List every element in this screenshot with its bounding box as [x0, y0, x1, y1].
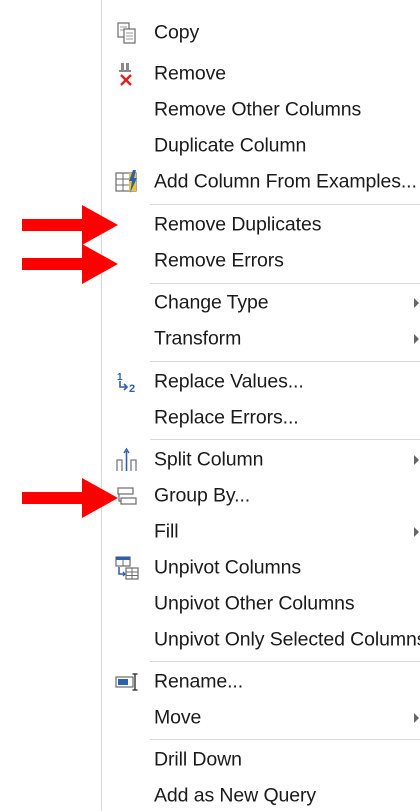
red-arrow-icon: [22, 205, 118, 245]
menu-item-label: Move: [154, 706, 202, 729]
menu-separator: [150, 204, 420, 205]
menu-separator: [150, 439, 420, 440]
menu-item-label: Replace Errors...: [154, 406, 299, 429]
menu-item-split-column[interactable]: Split Column: [102, 443, 420, 477]
menu-item-label: Add as New Query: [154, 784, 317, 807]
menu-item-label: Split Column: [154, 448, 264, 471]
menu-item-label: Drill Down: [154, 748, 242, 771]
submenu-chevron-icon: [414, 527, 419, 537]
menu-item-replace-values[interactable]: 1 2 Replace Values...: [102, 365, 420, 399]
menu-item-label: Fill: [154, 520, 179, 543]
menu-item-drill-down[interactable]: Drill Down: [102, 743, 420, 777]
menu-item-label: Unpivot Columns: [154, 556, 301, 579]
menu-item-replace-errors[interactable]: Replace Errors...: [102, 401, 420, 435]
menu-item-label: Remove Other Columns: [154, 98, 362, 121]
menu-item-rename[interactable]: Rename...: [102, 665, 420, 699]
submenu-chevron-icon: [414, 455, 419, 465]
menu-item-remove-duplicates[interactable]: Remove Duplicates: [102, 208, 420, 242]
replace-values-icon: 1 2: [114, 369, 140, 395]
menu-item-unpivot-columns[interactable]: Unpivot Columns: [102, 551, 420, 585]
menu-item-label: Copy: [154, 21, 200, 44]
add-column-from-examples-icon: [114, 169, 140, 195]
menu-separator: [150, 661, 420, 662]
menu-item-label: Group By...: [154, 484, 251, 507]
screenshot-stage: Copy Remove Remove Other Columns Duplica…: [0, 0, 420, 811]
menu-separator: [150, 361, 420, 362]
menu-item-label: Remove Errors: [154, 249, 284, 272]
menu-item-label: Remove Duplicates: [154, 213, 322, 236]
submenu-chevron-icon: [414, 298, 419, 308]
submenu-chevron-icon: [414, 713, 419, 723]
split-column-icon: [114, 447, 140, 473]
menu-item-move[interactable]: Move: [102, 701, 420, 735]
menu-item-label: Change Type: [154, 291, 269, 314]
menu-item-fill[interactable]: Fill: [102, 515, 420, 549]
unpivot-columns-icon: [114, 555, 140, 581]
menu-separator: [150, 739, 420, 740]
menu-item-label: Duplicate Column: [154, 134, 307, 157]
menu-item-label: Rename...: [154, 670, 244, 693]
rename-icon: [114, 669, 140, 695]
column-context-menu: Copy Remove Remove Other Columns Duplica…: [101, 0, 420, 811]
menu-item-label: Remove: [154, 62, 227, 85]
menu-item-duplicate-column[interactable]: Duplicate Column: [102, 129, 420, 163]
menu-item-label: Transform: [154, 327, 242, 350]
menu-item-copy[interactable]: Copy: [102, 16, 420, 50]
menu-item-group-by[interactable]: Group By...: [102, 479, 420, 513]
submenu-chevron-icon: [414, 334, 419, 344]
menu-item-remove-errors[interactable]: Remove Errors: [102, 244, 420, 278]
menu-item-remove-other-columns[interactable]: Remove Other Columns: [102, 93, 420, 127]
menu-item-change-type[interactable]: Change Type: [102, 286, 420, 320]
copy-icon: [114, 20, 140, 46]
menu-item-unpivot-only-selected-columns[interactable]: Unpivot Only Selected Columns: [102, 623, 420, 657]
menu-item-remove[interactable]: Remove: [102, 57, 420, 91]
menu-item-label: Replace Values...: [154, 370, 304, 393]
menu-item-label: Add Column From Examples...: [154, 170, 417, 193]
menu-item-add-as-new-query[interactable]: Add as New Query: [102, 779, 420, 811]
menu-item-add-column-from-examples[interactable]: Add Column From Examples...: [102, 165, 420, 199]
remove-icon: [114, 61, 140, 87]
red-arrow-icon: [22, 244, 118, 284]
menu-item-unpivot-other-columns[interactable]: Unpivot Other Columns: [102, 587, 420, 621]
menu-separator: [150, 283, 420, 284]
svg-text:2: 2: [129, 383, 135, 395]
menu-item-label: Unpivot Other Columns: [154, 592, 355, 615]
menu-item-transform[interactable]: Transform: [102, 322, 420, 356]
menu-item-label: Unpivot Only Selected Columns: [154, 628, 420, 651]
red-arrow-icon: [22, 478, 118, 518]
